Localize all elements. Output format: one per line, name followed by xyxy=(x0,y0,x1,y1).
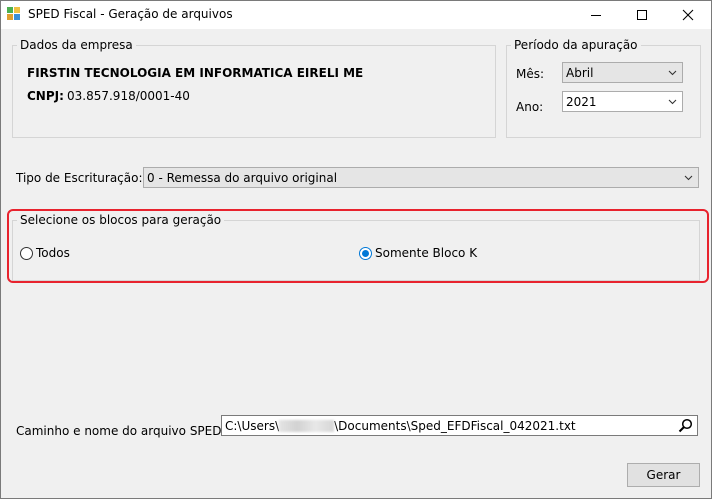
highlight-annotation xyxy=(7,209,709,283)
title-bar: SPED Fiscal - Geração de arquivos xyxy=(1,1,711,29)
maximize-button[interactable] xyxy=(619,1,665,29)
ano-value: 2021 xyxy=(566,95,597,109)
ano-label: Ano: xyxy=(516,100,544,114)
mes-label: Mês: xyxy=(516,67,545,81)
periodo-legend: Período da apuração xyxy=(514,38,638,52)
chevron-down-icon xyxy=(668,70,677,76)
cnpj-value: 03.857.918/0001-40 xyxy=(67,89,190,103)
close-button[interactable] xyxy=(665,1,711,29)
search-icon[interactable] xyxy=(678,418,693,433)
escrituracao-label: Tipo de Escrituração: xyxy=(16,171,143,185)
path-prefix: C:\Users\ xyxy=(225,419,280,433)
empresa-legend: Dados da empresa xyxy=(20,38,133,52)
path-suffix: \Documents\Sped_EFDFiscal_042021.txt xyxy=(334,419,576,433)
gerar-button[interactable]: Gerar xyxy=(627,463,700,487)
cnpj-label: CNPJ: xyxy=(27,89,64,103)
radio-todos[interactable] xyxy=(20,247,33,260)
escrituracao-value: 0 - Remessa do arquivo original xyxy=(147,171,338,185)
mes-select[interactable]: Abril xyxy=(562,62,683,83)
radio-somente-bloco-k[interactable] xyxy=(359,247,372,260)
app-window: SPED Fiscal - Geração de arquivos Dados … xyxy=(0,0,712,499)
mes-value: Abril xyxy=(566,66,594,80)
company-name: FIRSTIN TECNOLOGIA EM INFORMATICA EIRELI… xyxy=(27,66,364,80)
chevron-down-icon xyxy=(684,175,693,181)
radio-somente-bloco-k-label[interactable]: Somente Bloco K xyxy=(375,246,477,260)
radio-todos-label[interactable]: Todos xyxy=(36,246,70,260)
minimize-button[interactable] xyxy=(573,1,619,29)
minimize-icon xyxy=(591,15,601,16)
close-icon xyxy=(682,9,694,21)
escrituracao-select[interactable]: 0 - Remessa do arquivo original xyxy=(143,167,699,188)
ano-select[interactable]: 2021 xyxy=(562,91,683,112)
maximize-icon xyxy=(637,10,647,20)
arquivo-label: Caminho e nome do arquivo SPED: xyxy=(16,424,226,438)
periodo-group: Período da apuração xyxy=(506,38,701,138)
chevron-down-icon xyxy=(668,99,677,105)
arquivo-path-input[interactable]: C:\Users\ \Documents\Sped_EFDFiscal_04202… xyxy=(221,415,698,436)
app-icon xyxy=(7,7,21,21)
empresa-group: Dados da empresa xyxy=(12,38,496,138)
redacted-username xyxy=(279,420,335,432)
window-title: SPED Fiscal - Geração de arquivos xyxy=(28,7,233,21)
